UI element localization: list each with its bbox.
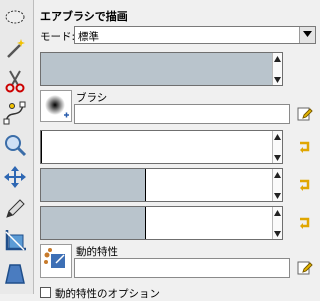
- tool-title: エアブラシで描画: [40, 10, 128, 23]
- angle-slider[interactable]: [40, 206, 283, 240]
- edit-dynamics-icon[interactable]: [297, 260, 313, 276]
- reset-aspect-icon[interactable]: [297, 177, 313, 193]
- perspective-icon[interactable]: [2, 260, 28, 286]
- mode-select[interactable]: 標準: [74, 26, 316, 44]
- brush-name-field[interactable]: [74, 104, 290, 124]
- size-slider[interactable]: [40, 130, 283, 164]
- pencil-icon[interactable]: [2, 196, 28, 222]
- chevron-down-icon[interactable]: [299, 27, 315, 43]
- toolbox: [0, 0, 34, 294]
- paths-icon[interactable]: [2, 100, 28, 126]
- brush-label: ブラシ: [76, 92, 108, 104]
- reset-angle-icon[interactable]: [297, 215, 313, 231]
- opacity-fill: [41, 53, 274, 85]
- size-spin-arrows[interactable]: [272, 131, 282, 163]
- aspect-spin-arrows[interactable]: [272, 169, 282, 201]
- dynamics-options-label: 動的特性のオプション: [55, 288, 160, 300]
- opacity-slider[interactable]: [40, 52, 283, 86]
- move-icon[interactable]: [2, 164, 28, 190]
- mode-value: 標準: [78, 31, 99, 43]
- size-fill: [41, 131, 42, 163]
- aspect-fill: [41, 169, 146, 201]
- scissors-select-icon[interactable]: [2, 68, 28, 94]
- crop-icon[interactable]: [2, 228, 28, 254]
- zoom-icon[interactable]: [2, 132, 28, 158]
- fuzzy-select-icon[interactable]: [2, 36, 28, 62]
- dynamics-name-field[interactable]: [74, 258, 290, 278]
- mode-label: モード:: [40, 31, 76, 43]
- reset-size-icon[interactable]: [297, 139, 313, 155]
- dynamics-preview-button[interactable]: [40, 244, 72, 278]
- dynamics-options-checkbox[interactable]: [40, 287, 51, 298]
- aspect-ratio-slider[interactable]: [40, 168, 283, 202]
- angle-fill: [41, 207, 146, 239]
- angle-spin-arrows[interactable]: [272, 207, 282, 239]
- dynamics-label: 動的特性: [76, 246, 118, 258]
- opacity-spin-arrows[interactable]: [272, 53, 282, 85]
- brush-preview-button[interactable]: [40, 90, 72, 122]
- tool-options-panel: エアブラシで描画 モード: 標準 ブラシ 動的特性 動的特性のオプション: [34, 0, 316, 300]
- edit-brush-icon[interactable]: [297, 106, 313, 122]
- ellipse-select-icon[interactable]: [2, 4, 28, 30]
